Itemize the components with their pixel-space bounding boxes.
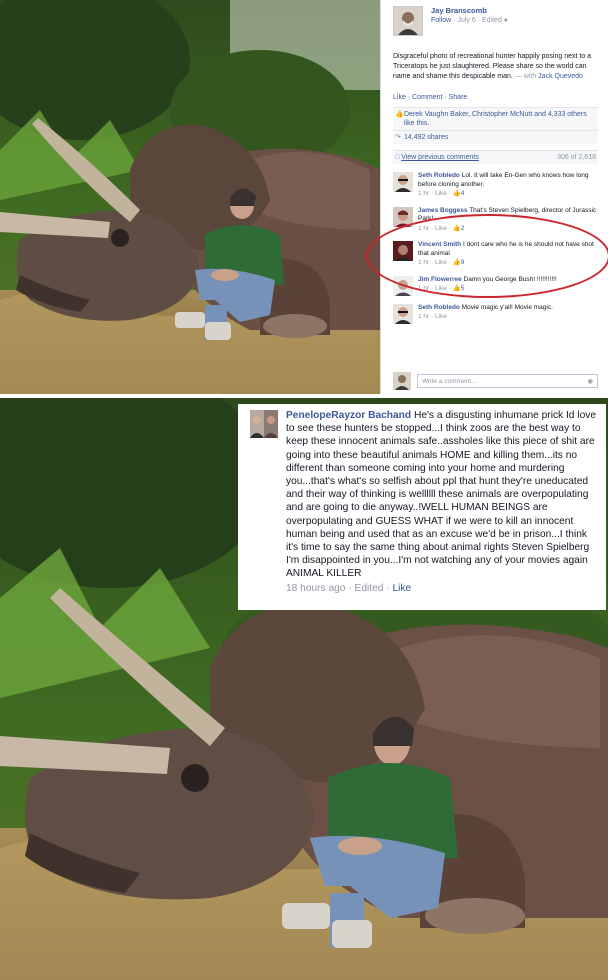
thumbs-up-icon: 👍 <box>452 259 461 266</box>
author-avatar[interactable] <box>393 6 423 36</box>
author-name[interactable]: Jay Branscomb <box>431 6 508 16</box>
comment-text: Movie magic y'all! Movie magic. <box>461 303 553 311</box>
comment-input[interactable]: Write a comment... ◉ <box>417 374 598 388</box>
comment-meta: 1 hr · Like · <box>418 259 453 266</box>
overlay-comment-body: PenelopeRayzor Bachand He's a disgusting… <box>250 409 598 581</box>
commenter-avatar[interactable] <box>393 241 413 261</box>
likes-text[interactable]: Derek Vaughn Baker, Christopher McNutt a… <box>404 110 596 128</box>
shares-text[interactable]: 14,492 shares <box>404 133 448 142</box>
comment: Vincent Smith I dont care who he is he s… <box>393 241 598 268</box>
comment-likes[interactable]: 4 <box>461 190 465 197</box>
comment-text: Damn you George Bush! !!!!!!!!!!! <box>463 275 557 283</box>
write-comment-row: Write a comment... ◉ <box>393 372 598 390</box>
comment-meta: 1 hr · Like · <box>418 224 453 232</box>
post-body: Disgraceful photo of recreational hunter… <box>393 52 598 82</box>
commenter-name[interactable]: Vincent Smith <box>418 241 461 248</box>
post-date[interactable]: July 6 · Edited <box>457 17 501 24</box>
with-text: — with <box>514 73 537 80</box>
comment: Jim Flowerree Damn you George Bush! !!!!… <box>393 275 598 296</box>
view-previous-link[interactable]: View previous comments <box>401 154 479 161</box>
comment: Seth Robledo Lol. It will take En-Gen wh… <box>393 172 598 199</box>
globe-icon: ● <box>503 17 509 24</box>
thumbs-up-icon: 👍 <box>452 285 461 292</box>
likes-summary: 👍 Derek Vaughn Baker, Christopher McNutt… <box>393 107 598 130</box>
overlay-comment: PenelopeRayzor Bachand He's a disgusting… <box>238 404 606 610</box>
comment-text: He's a disgusting inhumane prick Id love… <box>286 410 596 580</box>
top-photo <box>0 0 380 394</box>
comment-meta: 1 hr · Like <box>418 313 447 320</box>
share-icon: ↷ <box>395 134 401 141</box>
camera-icon[interactable]: ◉ <box>587 377 593 385</box>
comment: Seth Robledo Movie magic y'all! Movie ma… <box>393 303 598 324</box>
overlay-comment-meta: 18 hours ago · Edited · Like <box>250 582 598 595</box>
comment: James Boggess That's Steven Spielberg, d… <box>393 206 598 234</box>
thumbs-up-icon: 👍 <box>395 111 404 118</box>
commenter-avatar[interactable] <box>393 172 413 192</box>
comment-count: 306 of 2,618 <box>557 154 596 161</box>
thumbs-up-icon: 👍 <box>452 224 461 232</box>
like-link[interactable]: Like <box>392 583 411 594</box>
commenter-name[interactable]: James Boggess <box>418 207 468 214</box>
post-header: Jay Branscomb Follow · July 6 · Edited ● <box>393 6 598 42</box>
commenter-name[interactable]: PenelopeRayzor Bachand <box>286 410 411 421</box>
comments-icon: □ <box>395 154 400 161</box>
commenter-avatar[interactable] <box>393 206 413 227</box>
comment-likes[interactable]: 5 <box>461 285 465 292</box>
comment-meta: 1 hr · Like · <box>418 285 453 292</box>
comment-time: 18 hours ago · Edited · <box>286 582 393 594</box>
follow-link[interactable]: Follow <box>431 17 451 24</box>
thumbs-up-icon: 👍 <box>452 190 461 197</box>
tagged-person[interactable]: Jack Quevedo <box>538 73 583 80</box>
commenter-name[interactable]: Seth Robledo <box>418 172 460 179</box>
shares-summary: ↷ 14,492 shares <box>393 130 598 144</box>
commenter-name[interactable]: Seth Robledo <box>418 304 460 311</box>
post-actions[interactable]: Like · Comment · Share <box>393 94 598 101</box>
triceratops-photo-top <box>0 0 380 394</box>
facebook-post-panel: Jay Branscomb Follow · July 6 · Edited ●… <box>380 0 608 394</box>
commenter-avatar[interactable] <box>393 275 413 296</box>
comment-meta: 1 hr · Like · <box>418 190 453 197</box>
commenter-avatar[interactable] <box>393 303 413 324</box>
commenter-avatar[interactable] <box>250 410 278 438</box>
comment-likes[interactable]: 2 <box>461 225 465 232</box>
viewer-avatar <box>393 372 411 390</box>
view-previous-row: □ View previous comments 306 of 2,618 <box>393 150 598 164</box>
comment-likes[interactable]: 9 <box>461 259 465 266</box>
comment-input-placeholder: Write a comment... <box>422 377 477 385</box>
commenter-name[interactable]: Jim Flowerree <box>418 276 462 283</box>
